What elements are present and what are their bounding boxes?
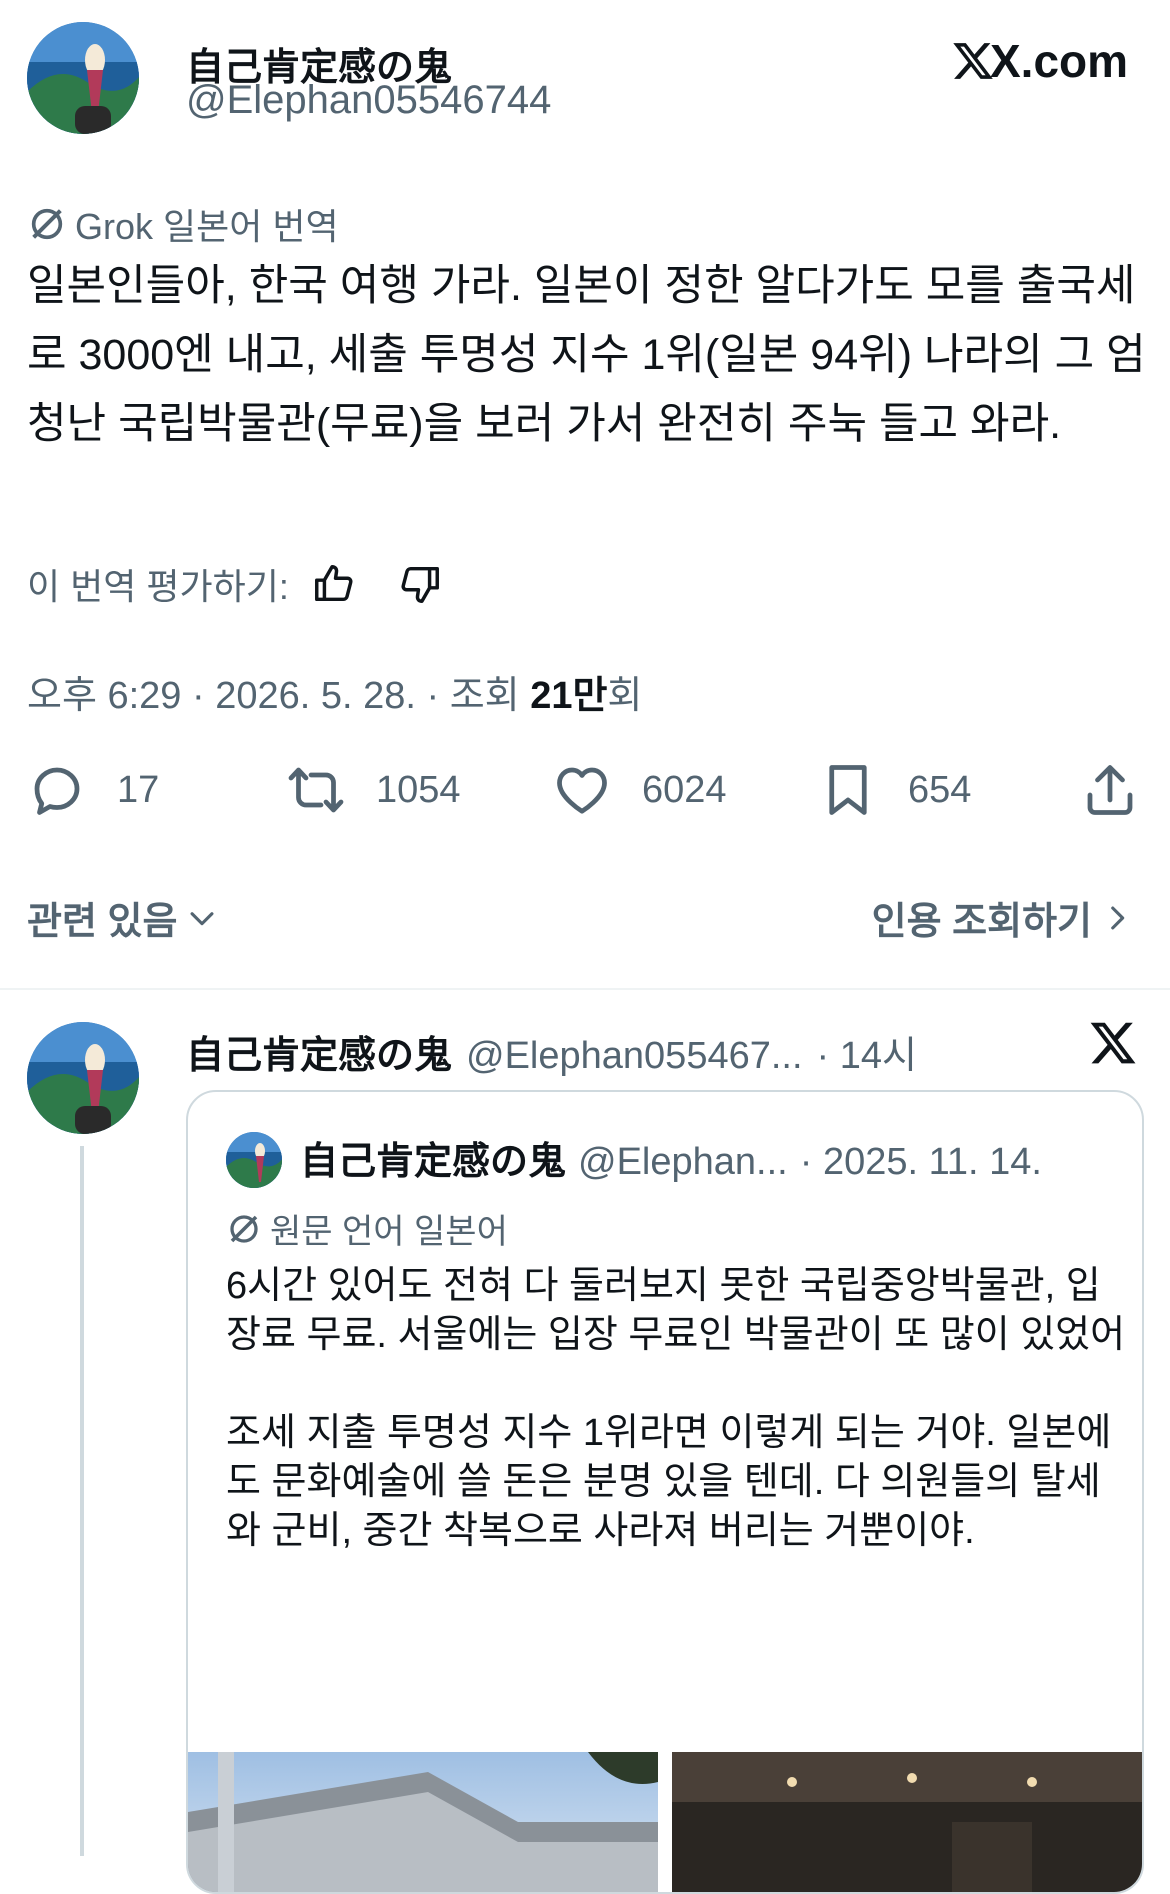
x-logo-icon: X.com bbox=[950, 34, 1128, 88]
x-logo-icon bbox=[1088, 1018, 1138, 1073]
retweet-button[interactable]: 1054 bbox=[286, 760, 461, 820]
view-quotes-label: 인용 조회하기 bbox=[871, 901, 1092, 943]
share-icon bbox=[1087, 765, 1133, 815]
thumbs-up-icon[interactable] bbox=[311, 561, 357, 607]
museum-exterior-image bbox=[188, 1752, 658, 1892]
like-button[interactable]: 6024 bbox=[552, 760, 727, 820]
quoted-media-image-1[interactable] bbox=[188, 1752, 658, 1892]
quoted-handle: @Elephan... bbox=[578, 1141, 788, 1183]
view-quotes-link[interactable]: 인용 조회하기 bbox=[872, 890, 1134, 945]
like-count: 6024 bbox=[642, 768, 727, 811]
quoted-lang-row: 원문 언어 일본어 bbox=[226, 1204, 508, 1253]
retweet-icon bbox=[288, 767, 344, 813]
chevron-right-icon bbox=[1111, 906, 1125, 929]
thumbs-down-icon[interactable] bbox=[397, 561, 443, 607]
avatar-image bbox=[27, 22, 139, 134]
quoted-author-avatar bbox=[226, 1132, 282, 1188]
quoted-lang-label: 원문 언어 일본어 bbox=[270, 1213, 508, 1251]
tweet-meta: 오후 6:29 · 2026. 5. 28. · 조회 21만회 bbox=[27, 664, 642, 719]
grok-icon bbox=[230, 1214, 258, 1243]
rate-label: 이 번역 평가하기: bbox=[27, 566, 289, 607]
tweet-text: 일본인들아, 한국 여행 가라. 일본이 정한 알다가도 모를 출국세로 300… bbox=[27, 262, 1146, 448]
reply-handle[interactable]: @Elephan055467... bbox=[466, 1035, 803, 1078]
bookmark-icon bbox=[829, 765, 867, 815]
share-button[interactable] bbox=[1080, 760, 1140, 820]
quoted-media-image-2[interactable] bbox=[672, 1752, 1142, 1892]
views-count: 21만 bbox=[530, 675, 608, 717]
quoted-text: 6시간 있어도 전혀 다 둘러보지 못한 국립중앙박물관, 입장료 무료. 서울… bbox=[226, 1265, 1126, 1552]
retweet-count: 1054 bbox=[376, 768, 461, 811]
reply-author-avatar[interactable] bbox=[27, 1022, 139, 1134]
like-icon bbox=[557, 767, 607, 814]
reply-time[interactable]: · 14시 bbox=[817, 1024, 917, 1079]
reply-button[interactable]: 17 bbox=[27, 760, 159, 820]
related-dropdown[interactable]: 관련 있음 bbox=[27, 890, 219, 945]
quoted-header: 自己肯定感の鬼 @Elephan... · 2025. 11. 14. bbox=[300, 1130, 1042, 1185]
avatar-image bbox=[226, 1132, 282, 1188]
quoted-tweet-card[interactable]: 自己肯定感の鬼 @Elephan... · 2025. 11. 14. 원문 언… bbox=[186, 1090, 1144, 1894]
thread-line bbox=[80, 1146, 84, 1856]
timestamp-date[interactable]: 오후 6:29 · 2026. 5. 28. · 조회 bbox=[27, 675, 530, 717]
museum-interior-image bbox=[672, 1752, 1142, 1892]
reply-icon bbox=[34, 767, 80, 815]
reply-header: 自己肯定感の鬼 @Elephan055467... · 14시 bbox=[186, 1024, 917, 1079]
quoted-date: · 2025. 11. 14. bbox=[799, 1141, 1042, 1183]
related-label: 관련 있음 bbox=[27, 901, 178, 943]
avatar-image bbox=[27, 1022, 139, 1134]
bookmark-count: 654 bbox=[908, 768, 972, 811]
author-handle[interactable]: @Elephan05546744 bbox=[186, 78, 551, 123]
quoted-display-name: 自己肯定感の鬼 bbox=[300, 1141, 567, 1183]
section-divider bbox=[0, 988, 1170, 990]
author-avatar[interactable] bbox=[27, 22, 139, 134]
translation-label: Grok 일본어 번역 bbox=[75, 206, 339, 247]
chevron-down-icon bbox=[190, 911, 214, 925]
views-suffix: 회 bbox=[607, 675, 643, 717]
bookmark-button[interactable]: 654 bbox=[818, 760, 971, 820]
translation-row: Grok 일본어 번역 bbox=[27, 198, 339, 250]
site-label: X.com bbox=[990, 35, 1129, 87]
rate-translation-row: 이 번역 평가하기: bbox=[27, 558, 443, 610]
reply-display-name[interactable]: 自己肯定感の鬼 bbox=[186, 1024, 452, 1079]
reply-count: 17 bbox=[117, 768, 160, 811]
grok-icon bbox=[31, 208, 63, 240]
